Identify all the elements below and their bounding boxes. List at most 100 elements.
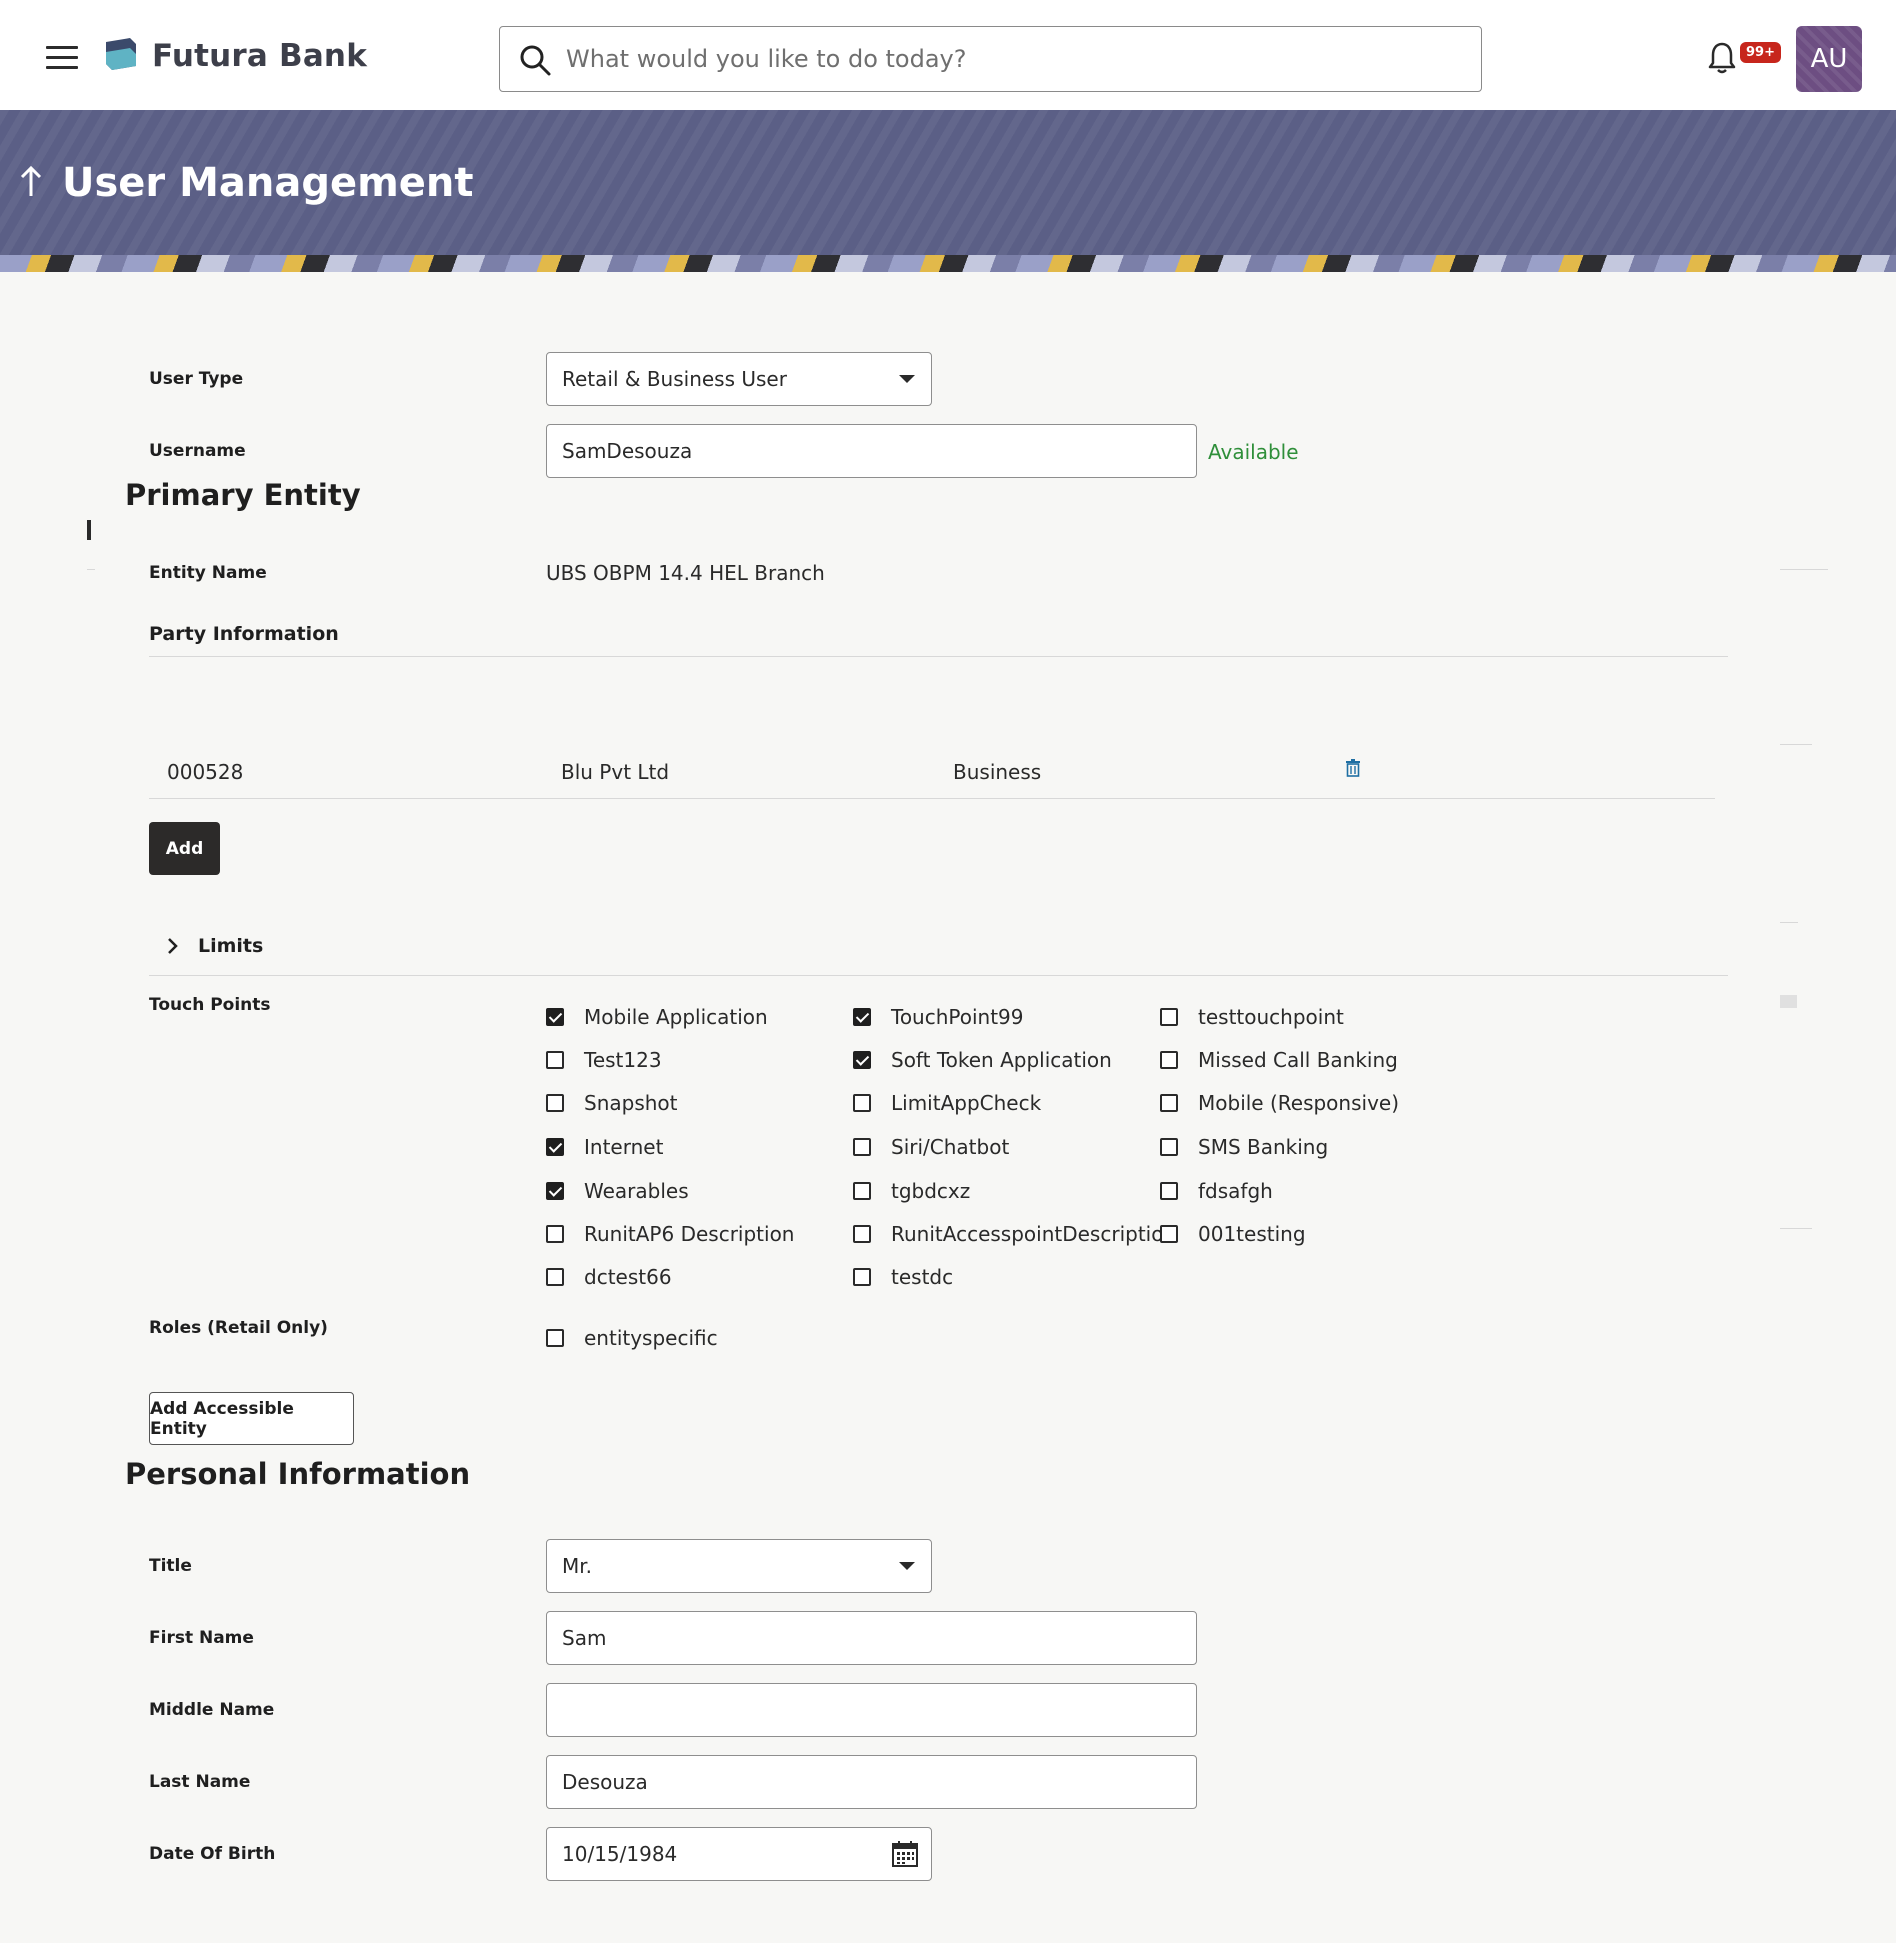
touch-point-checkbox[interactable]: TouchPoint99 [853,1005,1024,1029]
touch-point-checkbox[interactable]: RunitAccesspointDescription [853,1222,1176,1246]
touch-point-label: fdsafgh [1198,1179,1273,1203]
checkbox-box[interactable] [1160,1008,1178,1026]
hamburger-menu-icon[interactable] [46,46,78,70]
touch-point-checkbox[interactable]: Mobile Application [546,1005,768,1029]
touch-point-label: RunitAP6 Description [584,1222,795,1246]
divider [87,569,95,570]
user-type-select[interactable]: Retail & Business User [546,352,932,406]
middle-name-input[interactable] [546,1683,1197,1737]
role-checkbox-entityspecific[interactable]: entityspecific [546,1326,718,1350]
checkbox-box[interactable] [546,1329,564,1347]
title-select[interactable]: Mr. [546,1539,932,1593]
last-name-label: Last Name [149,1772,251,1792]
last-name-value: Desouza [562,1770,648,1794]
touch-points-label: Touch Points [149,995,271,1015]
username-input[interactable]: SamDesouza [546,424,1197,478]
checkbox-box[interactable] [1160,1138,1178,1156]
touch-point-checkbox[interactable]: Soft Token Application [853,1048,1112,1072]
checkbox-box[interactable] [853,1094,871,1112]
touch-point-checkbox[interactable]: RunitAP6 Description [546,1222,794,1246]
checkbox-box[interactable] [1160,1094,1178,1112]
touch-point-label: testdc [891,1265,954,1289]
title-label: Title [149,1556,192,1576]
touch-point-checkbox[interactable]: Wearables [546,1179,689,1203]
checkbox-box[interactable] [546,1138,564,1156]
touch-point-label: Wearables [584,1179,689,1203]
title-value: Mr. [562,1554,592,1578]
calendar-icon[interactable] [891,1840,919,1868]
search-box[interactable] [499,26,1482,92]
checkbox-box[interactable] [853,1138,871,1156]
primary-entity-title: Primary Entity [125,478,361,512]
touch-point-checkbox[interactable]: SMS Banking [1160,1135,1328,1159]
user-type-label: User Type [149,369,244,389]
touch-point-label: Mobile (Responsive) [1198,1091,1400,1115]
touch-point-label: Test123 [584,1048,662,1072]
checkbox-box[interactable] [1160,1051,1178,1069]
divider [149,798,1715,799]
add-party-button[interactable]: Add [149,822,220,875]
touch-point-label: Snapshot [584,1091,678,1115]
touch-point-checkbox[interactable]: testtouchpoint [1160,1005,1344,1029]
touch-point-checkbox[interactable]: 001testing [1160,1222,1306,1246]
checkbox-box[interactable] [853,1225,871,1243]
touch-point-label: Mobile Application [584,1005,768,1029]
touch-point-checkbox[interactable]: Test123 [546,1048,662,1072]
touch-point-checkbox[interactable]: Mobile (Responsive) [1160,1091,1399,1115]
checkbox-box[interactable] [853,1182,871,1200]
checkbox-box[interactable] [546,1182,564,1200]
first-name-input[interactable]: Sam [546,1611,1197,1665]
divider [1780,569,1828,570]
touch-point-checkbox[interactable]: fdsafgh [1160,1179,1273,1203]
username-value: SamDesouza [562,439,693,463]
page-title: User Management [62,160,474,206]
delete-icon[interactable] [1345,759,1361,777]
checkbox-box[interactable] [546,1008,564,1026]
bell-icon[interactable] [1706,40,1738,76]
divider [149,975,1728,976]
touch-point-label: testtouchpoint [1198,1005,1344,1029]
checkbox-box[interactable] [853,1268,871,1286]
touch-point-label: RunitAccesspointDescription [891,1222,1177,1246]
touch-point-checkbox[interactable]: testdc [853,1265,953,1289]
entity-name-value: UBS OBPM 14.4 HEL Branch [546,561,825,585]
partial-glyph [87,520,91,540]
checkbox-box[interactable] [546,1051,564,1069]
arrow-up-icon[interactable] [18,164,44,198]
last-name-input[interactable]: Desouza [546,1755,1197,1809]
roles-label: Roles (Retail Only) [149,1318,328,1338]
touch-point-checkbox[interactable]: Snapshot [546,1091,678,1115]
checkbox-box[interactable] [853,1051,871,1069]
add-accessible-entity-button[interactable]: Add Accessible Entity [149,1392,354,1445]
touch-point-label: SMS Banking [1198,1135,1329,1159]
limits-toggle[interactable]: Limits [198,935,263,957]
checkbox-box[interactable] [1160,1225,1178,1243]
search-input[interactable] [566,37,1446,81]
avatar[interactable]: AU [1796,26,1862,92]
first-name-value: Sam [562,1626,607,1650]
chevron-right-icon[interactable] [167,937,179,955]
chevron-down-icon [899,375,915,383]
checkbox-box[interactable] [853,1008,871,1026]
touch-point-label: Internet [584,1135,664,1159]
divider [1780,744,1812,745]
touch-point-checkbox[interactable]: LimitAppCheck [853,1091,1041,1115]
touch-point-checkbox[interactable]: Internet [546,1135,663,1159]
role-checkbox-label: entityspecific [584,1326,718,1350]
touch-point-checkbox[interactable]: Siri/Chatbot [853,1135,1009,1159]
date-of-birth-input[interactable]: 10/15/1984 [546,1827,932,1881]
first-name-label: First Name [149,1628,254,1648]
futura-bank-logo-icon [106,38,136,70]
touch-point-checkbox[interactable]: dctest66 [546,1265,672,1289]
touch-point-label: TouchPoint99 [891,1005,1024,1029]
checkbox-box[interactable] [546,1094,564,1112]
touch-point-label: Missed Call Banking [1198,1048,1398,1072]
checkbox-box[interactable] [546,1225,564,1243]
checkbox-box[interactable] [1160,1182,1178,1200]
date-of-birth-value: 10/15/1984 [562,1842,678,1866]
brand-name[interactable]: Futura Bank [152,38,367,74]
touch-point-checkbox[interactable]: tgbdcxz [853,1179,970,1203]
touch-point-checkbox[interactable]: Missed Call Banking [1160,1048,1398,1072]
checkbox-box[interactable] [546,1268,564,1286]
divider [1780,1228,1812,1229]
